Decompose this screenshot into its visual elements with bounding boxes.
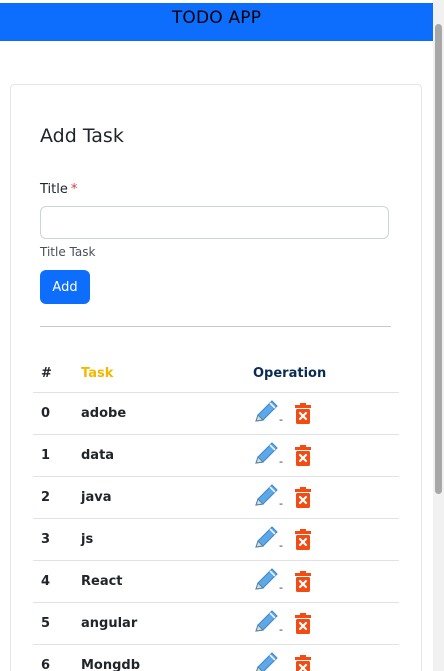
task-index: 1 [33, 434, 73, 477]
edit-button[interactable]: - [253, 440, 285, 470]
title-label: Title * [40, 182, 77, 197]
pencil-icon [253, 650, 281, 671]
task-name: angular [73, 602, 245, 645]
delete-button[interactable] [295, 445, 311, 466]
pencil-icon [253, 524, 281, 554]
table-row: 1 data - [33, 434, 399, 477]
task-index: 2 [33, 476, 73, 519]
edit-dash: - [279, 622, 283, 636]
trash-icon [295, 571, 311, 596]
task-name: data [73, 434, 245, 477]
delete-button[interactable] [295, 529, 311, 550]
task-index: 6 [33, 644, 73, 671]
title-help-text: Title Task [40, 245, 96, 259]
trash-icon [295, 613, 311, 638]
edit-button[interactable]: - [253, 566, 285, 596]
task-name: js [73, 518, 245, 561]
task-operations: - [245, 392, 399, 435]
task-index: 0 [33, 392, 73, 435]
add-button[interactable]: Add [40, 270, 90, 304]
divider [40, 326, 391, 327]
navbar: TODO APP [0, 3, 433, 41]
operation-buttons: - [253, 650, 399, 671]
trash-icon [295, 487, 311, 512]
edit-button[interactable]: - [253, 524, 285, 554]
edit-dash: - [279, 496, 283, 510]
title-input[interactable] [40, 206, 389, 239]
task-operations: - [245, 518, 399, 561]
edit-dash: - [279, 454, 283, 468]
table-row: 5 angular - [33, 602, 399, 645]
edit-button[interactable]: - [253, 650, 285, 671]
title-label-text: Title [40, 182, 68, 197]
edit-dash: - [279, 664, 283, 671]
table-row: 6 Mongdb - [33, 644, 399, 671]
task-operations: - [245, 644, 399, 671]
operation-buttons: - [253, 524, 399, 554]
operation-buttons: - [253, 398, 399, 428]
task-card: Add Task Title * Title Task Add # Task Op… [10, 84, 422, 671]
task-index: 5 [33, 602, 73, 645]
app-viewport: TODO APP Add Task Title * Title Task Add … [0, 0, 444, 671]
task-name: java [73, 476, 245, 519]
task-operations: - [245, 560, 399, 603]
edit-dash: - [279, 538, 283, 552]
required-mark: * [70, 182, 78, 197]
edit-button[interactable]: - [253, 608, 285, 638]
operation-buttons: - [253, 566, 399, 596]
header-operation: Operation [245, 355, 399, 393]
operation-buttons: - [253, 440, 399, 470]
add-task-heading: Add Task [40, 125, 124, 147]
header-task: Task [73, 355, 245, 393]
task-name: adobe [73, 392, 245, 435]
scrollbar[interactable] [433, 0, 444, 671]
task-table-body: 0 adobe -1 data -2 java -3 js -4 React -5 angular -6… [33, 392, 399, 671]
task-index: 3 [33, 518, 73, 561]
delete-button[interactable] [295, 487, 311, 508]
task-operations: - [245, 476, 399, 519]
scrollbar-thumb[interactable] [435, 24, 442, 494]
pencil-icon [253, 608, 281, 638]
pencil-icon [253, 440, 281, 470]
table-row: 2 java - [33, 476, 399, 519]
delete-button[interactable] [295, 571, 311, 592]
operation-buttons: - [253, 482, 399, 512]
task-operations: - [245, 602, 399, 645]
task-table: # Task Operation 0 adobe - 1 data - 2 java - 3 js -… [33, 355, 399, 671]
trash-icon [295, 445, 311, 470]
header-num: # [33, 355, 73, 393]
edit-button[interactable]: - [253, 482, 285, 512]
table-row: 0 adobe - [33, 392, 399, 435]
task-name: Mongdb [73, 644, 245, 671]
trash-icon [295, 529, 311, 554]
edit-dash: - [279, 412, 283, 426]
table-row: 4 React - [33, 560, 399, 603]
task-index: 4 [33, 560, 73, 603]
task-name: React [73, 560, 245, 603]
operation-buttons: - [253, 608, 399, 638]
delete-button[interactable] [295, 655, 311, 671]
delete-button[interactable] [295, 403, 311, 424]
trash-icon [295, 655, 311, 671]
edit-button[interactable]: - [253, 398, 285, 428]
pencil-icon [253, 566, 281, 596]
table-row: 3 js - [33, 518, 399, 561]
table-header-row: # Task Operation [33, 355, 399, 393]
task-operations: - [245, 434, 399, 477]
app-title: TODO APP [171, 8, 262, 28]
edit-dash: - [279, 580, 283, 594]
pencil-icon [253, 482, 281, 512]
trash-icon [295, 403, 311, 428]
pencil-icon [253, 398, 281, 428]
delete-button[interactable] [295, 613, 311, 634]
